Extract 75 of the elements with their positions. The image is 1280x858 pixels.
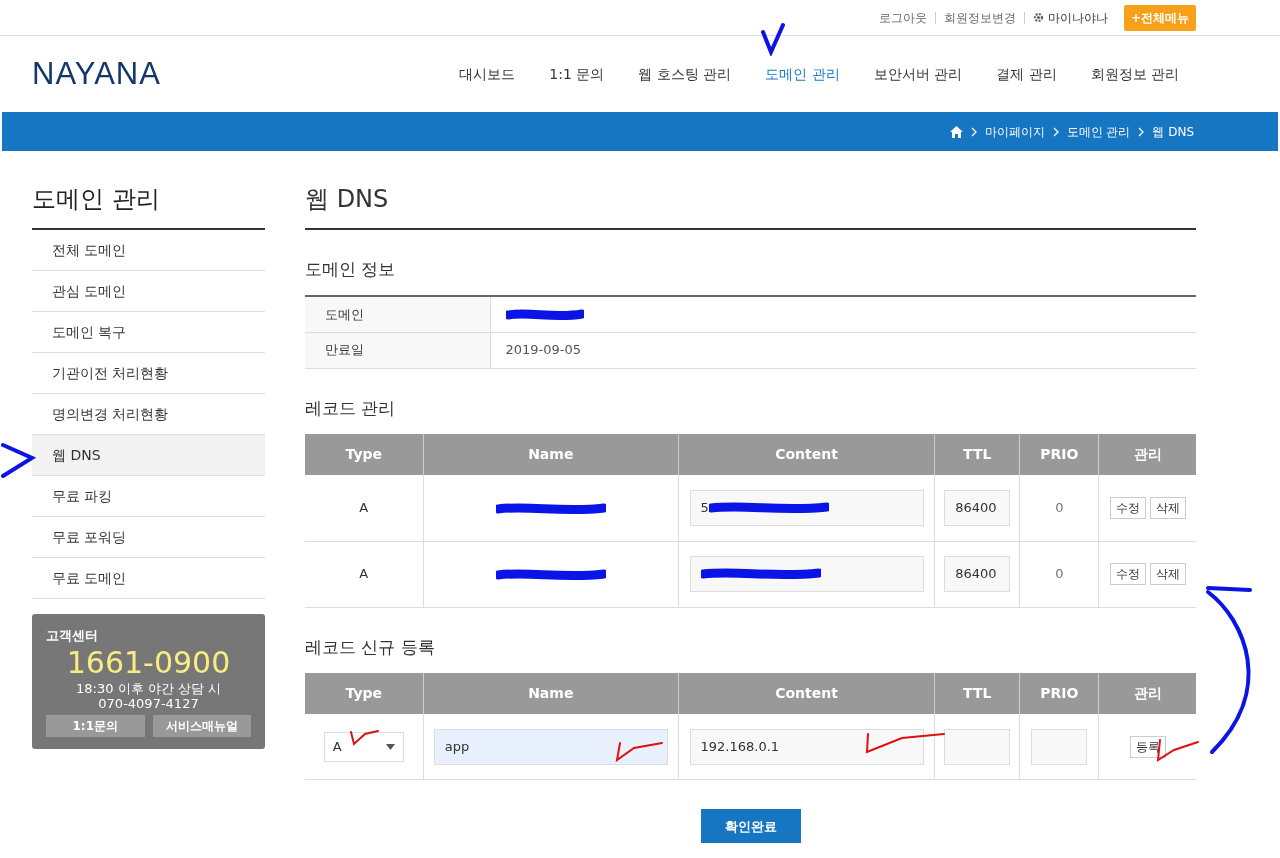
table-cell: 0 xyxy=(1019,541,1099,608)
field-value: 5 xyxy=(700,499,709,518)
nav-item[interactable]: 결제 관리 xyxy=(979,63,1074,85)
top-link[interactable]: 마이나야나 xyxy=(1024,11,1116,24)
top-link[interactable]: 회원정보변경 xyxy=(935,11,1025,24)
table-cell: A xyxy=(305,541,424,608)
content-field[interactable]: 192.168.0.1 xyxy=(689,728,924,765)
home-icon xyxy=(949,125,963,138)
support-title: 고객센터 xyxy=(46,626,99,645)
column-header: Name xyxy=(423,434,679,476)
nav-item[interactable]: 회원정보 관리 xyxy=(1073,63,1196,85)
register-button[interactable]: 등록 xyxy=(1129,735,1166,758)
sidebar-item[interactable]: 명의변경 처리현황 xyxy=(32,393,265,435)
table-cell: 0 xyxy=(1019,475,1099,542)
content-field[interactable] xyxy=(689,556,924,593)
column-header: PRIO xyxy=(1019,434,1099,476)
content-field[interactable]: 5 xyxy=(689,489,924,526)
nav-item[interactable]: 보안서버 관리 xyxy=(856,63,980,85)
nav-item[interactable]: 대시보드 xyxy=(442,63,533,85)
table-cell: A xyxy=(305,475,424,542)
top-link[interactable]: 로그아웃 xyxy=(870,11,936,24)
column-header: Name xyxy=(423,672,679,714)
action-button[interactable]: 수정 xyxy=(1109,496,1146,519)
action-button[interactable]: 삭제 xyxy=(1149,496,1186,519)
nav-item[interactable]: 도메인 관리 xyxy=(748,63,857,85)
chevron-icon xyxy=(1138,126,1145,137)
ttl-field[interactable]: 86400 xyxy=(944,556,1011,593)
sidebar-item[interactable]: 기관이전 처리현황 xyxy=(32,352,265,394)
nav-item[interactable]: 웹 호스팅 관리 xyxy=(621,63,749,85)
prio-field[interactable] xyxy=(1031,728,1088,765)
column-header: 관리 xyxy=(1098,672,1196,714)
section-title: 레코드 관리 xyxy=(305,397,397,419)
sidebar-item[interactable]: 도메인 복구 xyxy=(32,311,265,353)
nav-item[interactable]: 1:1 문의 xyxy=(532,63,622,85)
column-header: PRIO xyxy=(1019,672,1099,714)
type-select[interactable]: A xyxy=(323,731,404,762)
logo: NAYANA xyxy=(32,54,161,93)
column-header: Type xyxy=(305,434,424,476)
gear-icon xyxy=(1032,12,1044,23)
sidebar-item[interactable]: 무료 파킹 xyxy=(32,475,265,517)
action-button[interactable]: 수정 xyxy=(1109,563,1146,586)
sidebar-item[interactable]: 관심 도메인 xyxy=(32,270,265,312)
column-header: Content xyxy=(678,672,935,714)
name-field[interactable]: app xyxy=(433,728,668,765)
sidebar-item[interactable]: 전체 도메인 xyxy=(32,229,265,271)
action-button[interactable]: 삭제 xyxy=(1149,563,1186,586)
chevron-icon xyxy=(1052,126,1059,137)
section-title: 도메인 정보 xyxy=(305,258,397,280)
row-label: 도메인 xyxy=(305,296,490,333)
section-title: 레코드 신규 등록 xyxy=(305,636,436,657)
sidebar-item[interactable]: 무료 도메인 xyxy=(32,557,265,599)
confirm-button[interactable]: 확인완료 xyxy=(700,809,801,844)
select-value: A xyxy=(332,737,342,756)
breadcrumb-link[interactable]: 웹 DNS xyxy=(1152,122,1194,141)
breadcrumb-link[interactable]: 도메인 관리 xyxy=(1066,122,1131,141)
ttl-field[interactable]: 86400 xyxy=(944,489,1011,526)
caret-icon xyxy=(385,743,395,750)
column-header: TTL xyxy=(934,434,1020,476)
night-phone: 070-4097-4127 xyxy=(97,696,200,712)
column-header: Content xyxy=(678,434,935,476)
sidebar-item[interactable]: 웹 DNS xyxy=(32,434,265,476)
breadcrumb-link[interactable]: 마이페이지 xyxy=(984,122,1045,141)
column-header: TTL xyxy=(934,672,1020,714)
chevron-icon xyxy=(970,126,977,137)
row-value: 2019-09-05 xyxy=(490,332,1196,369)
page-title: 웹 DNS xyxy=(305,181,1196,230)
ttl-field[interactable] xyxy=(944,728,1011,765)
phone-number: 1661-0900 xyxy=(65,645,232,682)
sidebar-title: 도메인 관리 xyxy=(32,181,265,230)
annotation-checkmark xyxy=(760,22,786,56)
support-note: 18:30 이후 야간 상담 시 xyxy=(75,681,222,697)
sidebar-item[interactable]: 무료 포워딩 xyxy=(32,516,265,558)
column-header: 관리 xyxy=(1098,434,1196,476)
row-label: 만료일 xyxy=(305,332,490,369)
column-header: Type xyxy=(305,672,424,714)
